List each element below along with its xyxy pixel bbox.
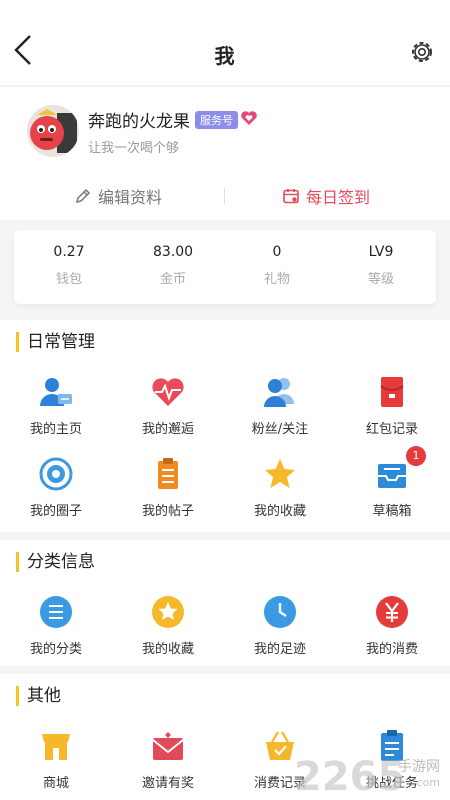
grid-item-my-encounters[interactable]: 我的邂逅 <box>112 374 224 437</box>
gear-icon[interactable] <box>408 38 436 66</box>
page-title: 我 <box>214 44 236 68</box>
grid-item-label: 我的圈子 <box>29 504 82 519</box>
signature: 让我一次喝个够 <box>88 141 180 156</box>
grid-item-label: 我的帖子 <box>141 504 194 519</box>
circle-target-icon <box>39 457 73 491</box>
clipboard-icon <box>158 458 178 489</box>
daily-management-section: 日常管理 我的主页 我的邂逅 粉丝/关注 红包记录 我的圈子 我的帖子 我的收藏… <box>0 320 450 532</box>
stat-wallet[interactable]: 0.27 钱包 <box>14 244 124 287</box>
watermark-text: 手游网 <box>398 759 440 775</box>
grid-item-label: 我的分类 <box>29 642 82 657</box>
stat-label: 金币 <box>159 272 186 287</box>
grid-item-red-envelope[interactable]: 红包记录 <box>336 374 448 437</box>
stat-value: 0.27 <box>53 244 85 260</box>
star-badge-icon <box>152 596 184 628</box>
stat-label: 钱包 <box>55 272 82 287</box>
drafts-count-badge: 1 <box>406 446 426 466</box>
red-envelope-icon <box>380 377 404 407</box>
shop-icon <box>42 734 70 760</box>
heart-icon <box>241 111 257 125</box>
stat-label: 礼物 <box>263 272 290 287</box>
top-bar: 我 <box>0 0 450 86</box>
profile-card: 奔跑的火龙果 服务号 让我一次喝个够 编辑资料 每日签到 <box>0 87 450 220</box>
watermark-number: 2265 <box>294 754 406 800</box>
category-info-section: 分类信息 我的分类 我的收藏 我的足迹 我的消费 <box>0 540 450 666</box>
grid-item-shop[interactable]: 商城 <box>0 728 112 791</box>
grid-item-label: 我的收藏 <box>253 504 306 519</box>
inbox-icon <box>378 464 406 488</box>
basket-icon <box>266 731 294 760</box>
section-title: 分类信息 <box>16 552 95 572</box>
grid-item-category-favorites[interactable]: 我的收藏 <box>112 594 224 657</box>
grid-item-label: 我的消费 <box>365 642 418 657</box>
grid-item-my-circle[interactable]: 我的圈子 <box>0 456 112 519</box>
daily-signin-label: 每日签到 <box>306 188 371 207</box>
divider <box>224 188 225 204</box>
username: 奔跑的火龙果 <box>88 112 190 132</box>
fans-icon <box>264 378 294 407</box>
grid-item-label: 粉丝/关注 <box>251 422 309 437</box>
stats-card: 0.27 钱包 83.00 金币 0 礼物 LV9 等级 <box>14 230 436 304</box>
grid-item-label: 红包记录 <box>365 422 418 437</box>
star-icon <box>265 459 295 488</box>
pencil-icon <box>75 188 91 204</box>
clock-icon <box>264 596 296 628</box>
homepage-user-icon <box>40 378 72 406</box>
grid-item-drafts[interactable]: 1 草稿箱 <box>336 446 448 519</box>
grid-item-my-spending[interactable]: 我的消费 <box>336 594 448 657</box>
avatar[interactable] <box>27 105 79 157</box>
watermark-logo: 2265 手游网 .com <box>294 750 444 800</box>
grid-item-label: 邀请有奖 <box>141 776 194 791</box>
stat-level[interactable]: LV9 等级 <box>326 244 436 287</box>
service-badge: 服务号 <box>195 111 238 129</box>
grid-item-label: 我的足迹 <box>253 642 306 657</box>
stat-coins[interactable]: 83.00 金币 <box>118 244 228 287</box>
calendar-icon <box>283 189 299 204</box>
section-title: 其他 <box>16 686 61 706</box>
grid-item-label: 我的邂逅 <box>141 422 194 437</box>
grid-item-label: 我的主页 <box>29 422 82 437</box>
heartbeat-icon <box>152 378 184 406</box>
grid-item-label: 我的收藏 <box>141 642 194 657</box>
stat-label: 等级 <box>367 272 394 287</box>
profile-actions: 编辑资料 每日签到 <box>0 182 450 210</box>
stat-value: 0 <box>272 244 282 260</box>
stat-value: 83.00 <box>152 244 194 260</box>
grid-item-fans-follow[interactable]: 粉丝/关注 <box>224 374 336 437</box>
grid-item-my-posts[interactable]: 我的帖子 <box>112 456 224 519</box>
grid-item-label: 草稿箱 <box>372 504 412 519</box>
yen-icon <box>376 596 408 628</box>
grid-item-my-favorites[interactable]: 我的收藏 <box>224 456 336 519</box>
grid-item-my-homepage[interactable]: 我的主页 <box>0 374 112 437</box>
envelope-icon <box>152 732 184 760</box>
edit-profile-label: 编辑资料 <box>98 188 163 207</box>
daily-signin-button[interactable]: 每日签到 <box>282 182 370 210</box>
grid-item-invite-reward[interactable]: 邀请有奖 <box>112 728 224 791</box>
stat-gifts[interactable]: 0 礼物 <box>222 244 332 287</box>
section-title: 日常管理 <box>16 332 95 352</box>
list-icon <box>40 596 72 628</box>
grid-item-my-footprints[interactable]: 我的足迹 <box>224 594 336 657</box>
grid-item-label: 商城 <box>42 776 69 791</box>
watermark-domain: .com <box>413 776 440 789</box>
edit-profile-button[interactable]: 编辑资料 <box>74 182 162 210</box>
stat-value: LV9 <box>368 244 394 260</box>
grid-item-my-category[interactable]: 我的分类 <box>0 594 112 657</box>
